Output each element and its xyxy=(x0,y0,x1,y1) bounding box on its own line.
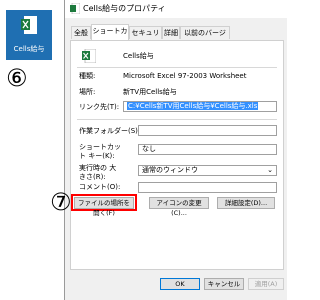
ok-button[interactable]: OK xyxy=(160,278,200,290)
excel-file-icon xyxy=(21,16,37,34)
location-value: 新TV用Cells給与 xyxy=(123,88,177,96)
tab-previous-versions[interactable]: 以前のバージョン xyxy=(180,26,230,50)
shortcut-key-label: ショートカット キー(K): xyxy=(79,143,121,160)
divider xyxy=(77,119,277,120)
type-value: Microsoft Excel 97-2003 Worksheet xyxy=(123,72,247,80)
tab-details[interactable]: 詳細 xyxy=(162,26,180,39)
divider xyxy=(77,67,277,68)
chevron-down-icon: ⌄ xyxy=(267,166,273,174)
tab-strip: 全般 ショートカット セキュリティ 詳細 以前のバージョン xyxy=(65,24,288,50)
excel-shortcut-icon xyxy=(82,49,96,63)
target-value: C:¥Cells新TV用Cells給与¥Cells給与.xls xyxy=(127,102,259,110)
advanced-button[interactable]: 詳細設定(D)... xyxy=(217,197,275,209)
apply-button[interactable]: 適用(A) xyxy=(248,278,284,290)
step-6-marker: ⑥ xyxy=(6,64,28,92)
run-size-value: 通常のウィンドウ xyxy=(142,166,198,174)
comment-field[interactable] xyxy=(138,182,277,193)
shortcut-name: Cells給与 xyxy=(123,52,154,60)
cancel-button[interactable]: キャンセル xyxy=(204,278,244,290)
tab-shortcut[interactable]: ショートカット xyxy=(91,24,129,48)
desktop-icon-label: Cells給与 xyxy=(13,45,45,53)
shortcut-key-field[interactable]: なし xyxy=(138,144,277,155)
workdir-field[interactable] xyxy=(138,125,277,136)
type-label: 種類: xyxy=(79,72,96,80)
location-label: 場所: xyxy=(79,88,96,96)
step-7-marker: ⑦ xyxy=(50,188,72,216)
title-bar: Cells給与のプロパティ xyxy=(65,0,288,18)
workdir-label: 作業フォルダー(S): xyxy=(79,127,141,135)
tab-security[interactable]: セキュリティ xyxy=(129,26,162,50)
desktop-shortcut-icon[interactable]: Cells給与 xyxy=(6,10,52,60)
open-file-location-button[interactable]: ファイルの場所を開く(F) xyxy=(74,197,134,217)
dialog-title: Cells給与のプロパティ xyxy=(83,4,166,13)
comment-label: コメント(O): xyxy=(79,183,121,191)
change-icon-button[interactable]: アイコンの変更(C)... xyxy=(149,197,209,217)
run-size-label: 実行時の 大きさ(R): xyxy=(79,164,117,181)
tab-general[interactable]: 全般 xyxy=(71,26,91,39)
properties-dialog: Cells給与のプロパティ 全般 ショートカット セキュリティ 詳細 以前のバー… xyxy=(64,0,288,300)
target-label: リンク先(T): xyxy=(79,103,120,111)
target-field[interactable]: C:¥Cells新TV用Cells給与¥Cells給与.xls xyxy=(123,101,277,112)
shortcut-file-icon xyxy=(70,3,80,14)
shortcut-tab-panel: Cells給与 種類: Microsoft Excel 97-2003 Work… xyxy=(70,40,284,270)
run-size-select[interactable]: 通常のウィンドウ ⌄ xyxy=(138,165,277,176)
